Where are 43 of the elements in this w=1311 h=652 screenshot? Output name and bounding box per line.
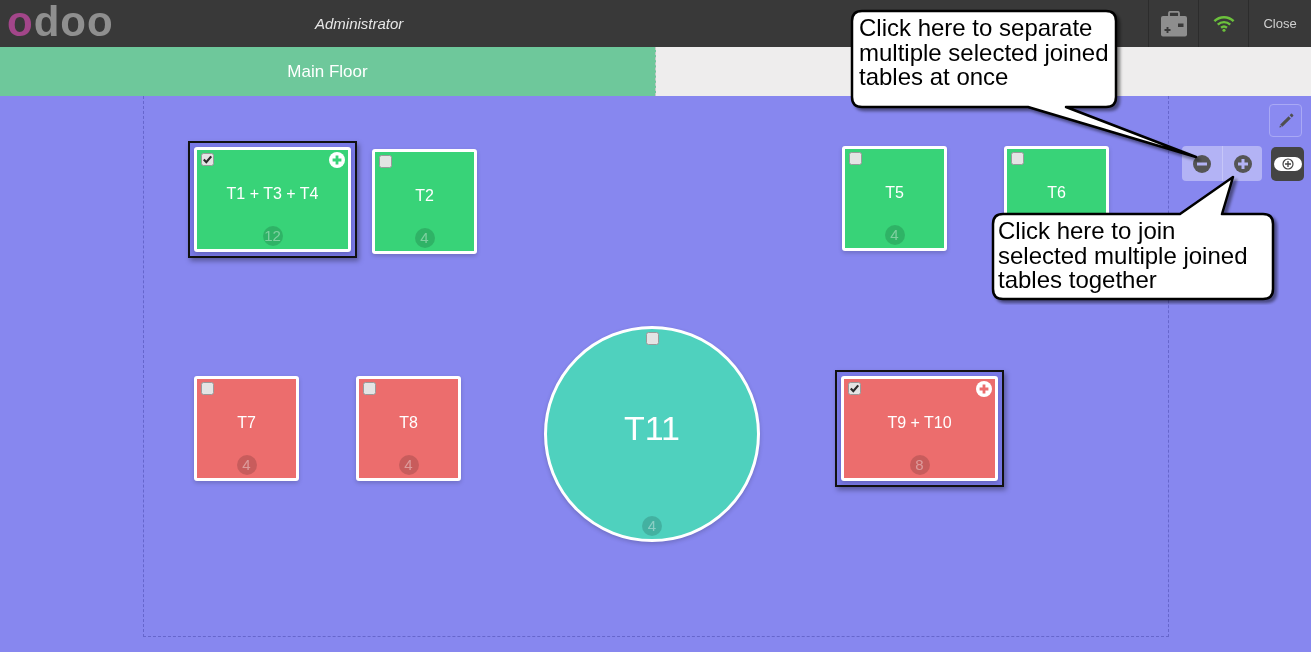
table-name: T6 bbox=[1047, 184, 1066, 202]
edit-button[interactable] bbox=[1269, 104, 1302, 137]
user-name: Administrator bbox=[315, 15, 404, 32]
table-name: T2 bbox=[415, 187, 434, 205]
seat-count: 4 bbox=[236, 455, 257, 475]
pencil-icon bbox=[1276, 111, 1295, 130]
checkbox[interactable] bbox=[1011, 152, 1024, 165]
square-table[interactable]: T9 + T10 8 bbox=[841, 376, 998, 481]
table-name: T7 bbox=[237, 414, 256, 432]
seat-count: 12 bbox=[262, 226, 283, 246]
checkbox[interactable] bbox=[645, 332, 659, 345]
square-table[interactable]: T1 + T3 + T4 12 bbox=[194, 147, 351, 252]
seat-count: 8 bbox=[909, 455, 930, 475]
table-name: T1 + T3 + T4 bbox=[226, 185, 319, 203]
plus-circle-icon[interactable] bbox=[329, 152, 345, 168]
round-table[interactable]: T11 4 bbox=[544, 326, 760, 542]
minus-circle-icon bbox=[1193, 154, 1211, 173]
wifi-icon[interactable] bbox=[1212, 15, 1235, 32]
checkbox[interactable] bbox=[201, 153, 214, 166]
checkbox[interactable] bbox=[849, 152, 862, 165]
floor-tab[interactable]: Main Floor bbox=[0, 47, 656, 96]
link-tables-button[interactable] bbox=[1271, 146, 1304, 181]
table-name: T9 + T10 bbox=[887, 414, 952, 432]
plus-circle-icon[interactable] bbox=[976, 381, 992, 397]
seat-count: 4 bbox=[398, 455, 419, 475]
table-name: T11 bbox=[623, 408, 681, 448]
checkbox[interactable] bbox=[848, 382, 861, 395]
square-table[interactable]: T5 4 bbox=[842, 146, 947, 251]
square-table[interactable]: T2 4 bbox=[372, 149, 477, 254]
checkbox[interactable] bbox=[379, 155, 392, 168]
table-name: T8 bbox=[399, 414, 418, 432]
pill-plus-icon bbox=[1273, 155, 1302, 172]
table-name: T5 bbox=[885, 184, 904, 202]
seat-count: 4 bbox=[884, 225, 905, 245]
square-table[interactable]: T8 4 bbox=[356, 376, 461, 481]
checkbox[interactable] bbox=[363, 382, 376, 395]
square-table[interactable]: T7 4 bbox=[194, 376, 299, 481]
cash-register-icon[interactable] bbox=[1159, 10, 1188, 37]
logo: odoo bbox=[7, 2, 115, 42]
checkbox[interactable] bbox=[201, 382, 214, 395]
seat-count: 4 bbox=[642, 516, 662, 536]
plus-circle-icon bbox=[1233, 154, 1252, 173]
seat-count: 4 bbox=[414, 228, 435, 248]
